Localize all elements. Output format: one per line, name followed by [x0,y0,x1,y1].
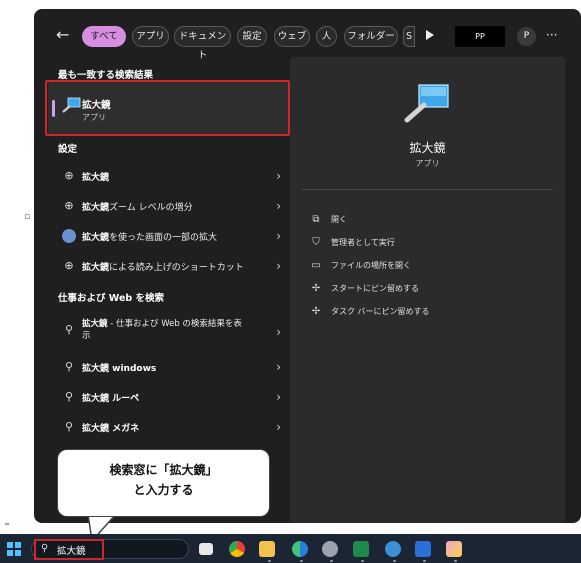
zoom-in-icon: ⊕ [64,169,74,182]
running-indicator [423,560,426,562]
shield-icon: ⛉ [312,237,320,248]
annotation-highlight-box [34,539,104,560]
action-pin-to-taskbar[interactable]: ✢ タスク バーにピン留めする [310,304,540,322]
search-icon: ⚲ [64,390,74,403]
chevron-right-icon: › [276,360,281,374]
filter-chip-apps[interactable]: アプリ [132,26,169,47]
result-label: 拡大鏡 [82,173,110,183]
result-label: 拡大鏡 - 仕事および Web の検索結果を表示 [82,319,242,341]
running-indicator [330,560,333,562]
preview-app-name: 拡大鏡 [409,141,446,155]
edge-icon[interactable] [385,541,401,557]
file-explorer-icon[interactable] [259,541,275,557]
instruction-callout: 検索窓に「拡大鏡」 と入力する [57,449,270,517]
task-view-icon[interactable] [199,543,213,555]
result-label: 拡大鏡ズーム レベルの増分 [82,203,193,213]
action-label: 管理者として実行 [331,238,395,247]
running-indicator [361,560,364,562]
result-label: 拡大鏡 メガネ [82,424,140,434]
pin-icon: ✢ [311,306,321,317]
callout-line: と入力する [133,483,194,497]
action-label: 開く [331,215,347,224]
copilot-icon[interactable] [292,541,308,557]
chevron-right-icon: › [276,325,281,339]
screenshot: ▫ ≈ ← すべて アプリ ドキュメント 設定 ウェブ 人 フォルダー S PP… [0,0,581,563]
web-result[interactable]: ⚲ 拡大鏡 - 仕事および Web の検索結果を表示 › [48,313,289,349]
preview-pane: 拡大鏡 アプリ ⧉ 開く ⛉ 管理者として実行 ▭ ファイルの場所を開く ✢ ス… [290,57,565,523]
settings-result[interactable]: ⊕ 拡大鏡ズーム レベルの増分 › [48,193,289,221]
filter-chip-people[interactable]: 人 [316,26,337,47]
running-indicator [300,560,303,562]
action-open[interactable]: ⧉ 開く [310,212,540,230]
preview-app-type: アプリ [415,159,440,168]
chevron-right-icon: › [276,229,281,243]
filter-chip-web[interactable]: ウェブ [274,26,310,47]
action-label: ファイルの場所を開く [331,261,411,270]
action-run-as-admin[interactable]: ⛉ 管理者として実行 [310,235,540,253]
filter-chip-documents[interactable]: ドキュメント [174,26,231,61]
action-open-file-location[interactable]: ▭ ファイルの場所を開く [310,258,540,276]
pin-icon: ✢ [311,283,321,294]
chevron-right-icon: › [276,169,281,183]
filter-bar: ← すべて アプリ ドキュメント 設定 ウェブ 人 フォルダー S PP P ·… [34,9,581,62]
settings-heading: 設定 [58,144,78,155]
search-icon: ⚲ [64,420,74,433]
open-icon: ⧉ [312,214,320,225]
search-icon: ⚲ [64,360,74,373]
settings-result[interactable]: ⊕ 拡大鏡 › [48,163,289,191]
settings-result[interactable]: 拡大鏡を使った画面の一部の拡大 › [48,223,289,251]
zoom-in-icon: ⊕ [64,199,74,212]
web-result[interactable]: ⚲ 拡大鏡 ルーペ › [48,384,289,412]
annotation-highlight-box [45,80,290,136]
filter-chip-settings[interactable]: 設定 [237,26,267,47]
chevron-right-icon: › [276,199,281,213]
action-pin-to-start[interactable]: ✢ スタートにピン留めする [310,281,540,299]
running-indicator [393,560,396,562]
zoom-in-icon: ⊕ [64,259,74,272]
callout-line: 検索窓に「拡大鏡」 [109,463,218,477]
web-search-heading: 仕事および Web を検索 [58,293,164,304]
magnifier-lens-icon [62,229,76,243]
chevron-right-icon: › [276,259,281,273]
divider [302,189,553,190]
filter-chip-more[interactable]: S [403,26,415,47]
windows-start-icon[interactable] [7,542,21,556]
result-label: 拡大鏡を使った画面の一部の拡大 [82,233,218,243]
magnifier-app-icon [404,84,449,123]
scroll-right-icon[interactable] [426,30,434,40]
filter-chip-folders[interactable]: フォルダー [344,26,398,47]
result-label: 拡大鏡 windows [82,364,157,374]
profile-badge[interactable]: PP [455,26,505,47]
running-indicator [454,560,457,562]
power-automate-icon[interactable] [415,541,431,557]
chrome-icon[interactable] [229,541,245,557]
running-indicator [268,560,271,562]
background-doc-fragment: ▫ [24,212,31,222]
back-arrow-icon[interactable]: ← [56,26,74,44]
background-doc-fragment: ≈ [4,520,10,528]
result-label: 拡大鏡 ルーペ [82,394,140,404]
result-label: 拡大鏡による読み上げのショートカット [82,263,244,273]
best-match-heading: 最も一致する検索結果 [58,70,154,81]
search-panel: ← すべて アプリ ドキュメント 設定 ウェブ 人 フォルダー S PP P ·… [34,9,581,523]
web-result[interactable]: ⚲ 拡大鏡 windows › [48,354,289,382]
action-label: タスク バーにピン留めする [331,307,430,316]
web-result[interactable]: ⚲ 拡大鏡 メガネ › [48,414,289,442]
more-options-icon[interactable]: ··· [546,26,557,45]
chevron-right-icon: › [276,390,281,404]
chevron-right-icon: › [276,420,281,434]
folder-icon: ▭ [311,260,321,271]
settings-result[interactable]: ⊕ 拡大鏡による読み上げのショートカット › [48,253,289,281]
filter-chip-all[interactable]: すべて [82,26,126,47]
settings-gear-icon[interactable] [322,541,338,557]
action-label: スタートにピン留めする [331,284,419,293]
excel-icon[interactable] [353,541,369,557]
search-icon: ⚲ [64,323,74,336]
app-icon[interactable] [446,541,462,557]
avatar[interactable]: P [517,27,536,46]
